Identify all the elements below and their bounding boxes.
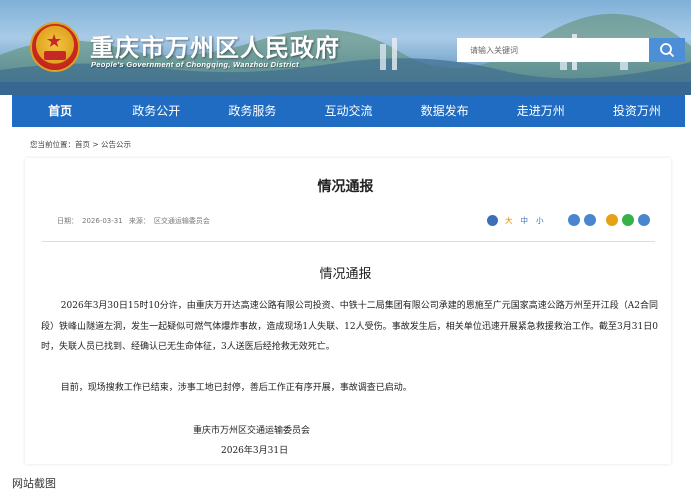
font-size-medium[interactable]: 中: [521, 215, 529, 226]
qq-share-icon[interactable]: [638, 214, 650, 226]
nav-item-interaction[interactable]: 互动交流: [300, 95, 396, 127]
divider: [42, 241, 655, 242]
font-size-small[interactable]: 小: [536, 215, 544, 226]
favorite-icon[interactable]: [584, 214, 596, 226]
font-size-tools: 大 中 小: [487, 213, 548, 227]
site-title: 重庆市万州区人民政府: [90, 33, 340, 62]
breadcrumb: 您当前位置：首页 > 公告公示: [30, 139, 131, 150]
font-size-icon: [487, 214, 498, 226]
signature-org: 重庆市万州区交通运输委员会: [193, 426, 311, 436]
search-input[interactable]: [457, 38, 649, 62]
site-subtitle: People's Government of Chongqing, Wanzho…: [91, 60, 299, 69]
page-title: 情况通报: [317, 179, 374, 195]
font-size-large[interactable]: 大: [505, 215, 513, 226]
nav-item-government-affairs[interactable]: 政务公开: [108, 95, 204, 127]
nav-item-services[interactable]: 政务服务: [204, 95, 300, 127]
nav-item-about-wanzhou[interactable]: 走进万州: [493, 95, 589, 127]
article-source: 区交通运输委员会: [153, 217, 210, 225]
wechat-share-icon[interactable]: [622, 214, 634, 226]
search-icon: [660, 43, 675, 58]
header-banner: ★ 重庆市万州区人民政府 People's Government of Chon…: [0, 0, 691, 95]
main-nav: 首页 政务公开 政务服务 互动交流 数据发布 走进万州 投资万州: [12, 95, 685, 127]
weibo-share-icon[interactable]: [606, 214, 618, 226]
search-button[interactable]: [649, 38, 685, 62]
breadcrumb-path[interactable]: 首页 > 公告公示: [75, 140, 131, 149]
print-icon[interactable]: [568, 214, 580, 226]
nav-item-home[interactable]: 首页: [12, 95, 108, 127]
article-date: 2026-03-31: [82, 217, 123, 225]
nav-item-data[interactable]: 数据发布: [397, 95, 493, 127]
national-emblem-icon: ★: [30, 22, 80, 72]
image-caption: 网站截图: [12, 477, 56, 490]
article-title: 情况通报: [319, 267, 372, 282]
nav-item-invest[interactable]: 投资万州: [589, 95, 685, 127]
signature-date: 2026年3月31日: [221, 446, 289, 456]
breadcrumb-label: 您当前位置：: [30, 140, 75, 149]
article-paragraph-2: 目前，现场搜救工作已结束，涉事工地已封停，善后工作正有序开展，事故调查已启动。: [60, 383, 412, 393]
share-tools: [568, 214, 654, 226]
article-meta: 日期： 2026-03-31 来源： 区交通运输委员会: [57, 216, 214, 226]
article-paragraph-1: 2026年3月30日15时10分许，由重庆万开达高速公路有限公司投资、中铁十二局…: [41, 301, 659, 352]
date-label: 日期：: [57, 217, 78, 225]
source-label: 来源：: [128, 217, 150, 225]
